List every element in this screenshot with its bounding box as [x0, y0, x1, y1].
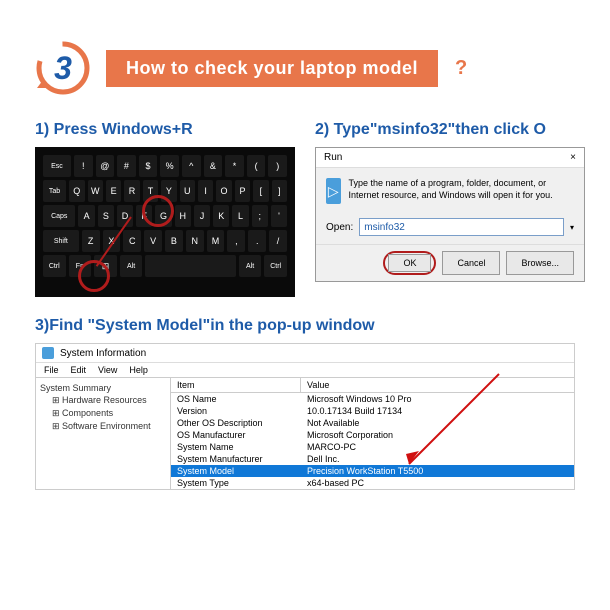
- windows-key-highlight-circle: [78, 260, 110, 292]
- system-information-window: System Information File Edit View Help Syst…: [35, 343, 575, 490]
- run-description: Type the name of a program, folder, docu…: [349, 178, 575, 201]
- tree-panel: System Summary ⊞ Hardware Resources⊞ Com…: [36, 378, 171, 489]
- keyboard-illustration: Esc!@#$%^&*() TabQWERTYUIOP[] CapsASDFGH…: [35, 147, 295, 297]
- tree-item[interactable]: ⊞ Software Environment: [40, 420, 166, 433]
- step-number: 3: [54, 50, 72, 87]
- ok-highlight-circle: OK: [383, 251, 436, 275]
- ok-button[interactable]: OK: [388, 254, 431, 272]
- sysinfo-title: System Information: [60, 348, 146, 359]
- open-label: Open:: [326, 222, 353, 233]
- menu-file[interactable]: File: [44, 365, 59, 375]
- menu-help[interactable]: Help: [129, 365, 148, 375]
- cancel-button[interactable]: Cancel: [442, 251, 500, 275]
- r-key-highlight-circle: [142, 195, 174, 227]
- run-dialog-title: Run: [324, 152, 342, 163]
- close-button[interactable]: ×: [570, 152, 576, 163]
- tree-item[interactable]: ⊞ Components: [40, 407, 166, 420]
- step3-title: 3)Find "System Model"in the pop-up windo…: [35, 317, 575, 335]
- tree-root[interactable]: System Summary: [40, 382, 166, 394]
- run-dialog: Run × ▷ Type the name of a program, fold…: [315, 147, 585, 282]
- column-item: Item: [171, 378, 301, 392]
- dropdown-icon[interactable]: ▾: [570, 223, 574, 232]
- tutorial-header: 3 How to check your laptop model ?: [35, 40, 575, 96]
- menu-view[interactable]: View: [98, 365, 117, 375]
- browse-button[interactable]: Browse...: [506, 251, 574, 275]
- sysinfo-icon: [42, 347, 54, 359]
- red-arrow: [394, 369, 514, 479]
- question-mark: ?: [455, 57, 467, 80]
- run-input[interactable]: [359, 218, 564, 236]
- step2-title: 2) Type"msinfo32"then click O: [315, 121, 585, 139]
- header-banner: How to check your laptop model: [106, 50, 438, 87]
- step-circle: 3: [35, 40, 91, 96]
- step1-title: 1) Press Windows+R: [35, 121, 295, 139]
- tree-item[interactable]: ⊞ Hardware Resources: [40, 394, 166, 407]
- menu-edit[interactable]: Edit: [71, 365, 87, 375]
- run-icon: ▷: [326, 178, 341, 204]
